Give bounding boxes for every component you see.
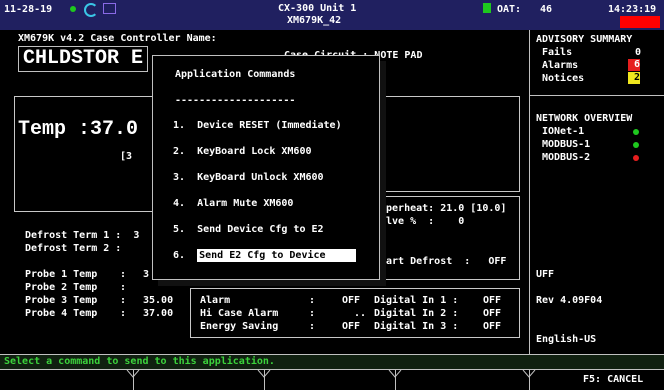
modbus-1-status-icon	[633, 142, 639, 148]
probe-3-label: Probe 3 Temp	[25, 295, 98, 306]
alarm-value: OFF	[342, 295, 361, 306]
locale-label: English-US	[536, 334, 597, 345]
unit-title: CX-300 Unit 1	[278, 3, 357, 14]
command-item-send-device-cfg[interactable]: 5. Send Device Cfg to E2	[173, 224, 324, 235]
dialog-title: Application Commands	[175, 69, 296, 80]
temp-panel	[14, 96, 153, 212]
hi-case-alarm-value: ..	[354, 308, 367, 319]
network-item-modbus-1[interactable]: MODBUS-1	[542, 139, 590, 150]
unit-subtitle: XM679K_42	[287, 15, 342, 26]
top-status-bar: 11-28-19 CX-300 Unit 1 XM679K_42 OAT: 46…	[0, 0, 664, 30]
revision-label: Rev 4.09F04	[536, 295, 603, 306]
command-item-alarm-mute[interactable]: 4. Alarm Mute XM600	[173, 198, 293, 209]
status-message: Select a command to send to this applica…	[4, 356, 275, 367]
probe-4-value: 37.00	[143, 308, 174, 319]
dialog-separator: --------------------	[175, 95, 296, 106]
oat-icon	[483, 3, 491, 13]
clock: 14:23:19	[608, 4, 657, 15]
application-commands-dialog: Application Commands -------------------…	[152, 55, 380, 280]
command-item-device-reset[interactable]: 1. Device RESET (Immediate)	[173, 120, 342, 131]
sidebar-separator	[530, 95, 664, 96]
digital-in-1-value: OFF	[483, 295, 502, 306]
superheat-value: uperheat: 21.0 [10.0]	[380, 203, 507, 214]
digital-in-3-label: Digital In 3 :	[374, 321, 459, 332]
hi-case-alarm-label: Hi Case Alarm	[200, 308, 279, 319]
right-top-panel	[380, 96, 520, 192]
function-key-bar: F5: CANCEL	[0, 369, 664, 390]
digital-in-3-value: OFF	[483, 321, 502, 332]
fails-count[interactable]: 0	[630, 47, 641, 58]
alarms-label: Alarms	[542, 60, 579, 71]
ionet-status-icon	[633, 129, 639, 135]
oat-value: 46	[540, 4, 553, 15]
command-label: Send Device Cfg to E2	[197, 224, 324, 235]
probe-1-label: Probe 1 Temp	[25, 269, 98, 280]
network-item-modbus-2[interactable]: MODBUS-2	[542, 152, 590, 163]
fails-label: Fails	[542, 47, 573, 58]
alarms-count[interactable]: 6	[628, 59, 640, 71]
notices-count[interactable]: 2	[628, 72, 640, 84]
controller-name: CHLDSTOR E	[18, 46, 149, 72]
probe-4-label: Probe 4 Temp	[25, 308, 98, 319]
modbus-2-status-icon	[633, 155, 639, 161]
command-item-keyboard-unlock[interactable]: 3. KeyBoard Unlock XM600	[173, 172, 324, 183]
command-item-keyboard-lock[interactable]: 2. KeyBoard Lock XM600	[173, 146, 311, 157]
start-defrost-value: tart Defrost : OFF	[380, 256, 507, 267]
uff-label: UFF	[536, 269, 555, 280]
network-item-ionet[interactable]: IONet-1	[542, 126, 584, 137]
refresh-icon	[84, 3, 98, 17]
energy-saving-label: Energy Saving	[200, 321, 279, 332]
status-bar: Select a command to send to this applica…	[0, 354, 664, 369]
notices-label: Notices	[542, 73, 585, 84]
alarm-label: Alarm	[200, 295, 231, 306]
digital-in-2-label: Digital In 2 :	[374, 308, 459, 319]
command-item-send-e2-cfg[interactable]: 6. Send E2 Cfg to Device	[173, 249, 356, 262]
oat-label: OAT:	[497, 4, 522, 15]
probe-1-value: 3	[143, 269, 150, 280]
sidebar-divider	[529, 30, 530, 354]
keyboard-icon	[103, 3, 116, 14]
command-label: KeyBoard Unlock XM600	[197, 172, 324, 183]
command-label: Send E2 Cfg to Device	[197, 249, 356, 262]
probe-2-label: Probe 2 Temp	[25, 282, 98, 293]
probe-3-value: 35.00	[143, 295, 174, 306]
digital-in-1-label: Digital In 1 :	[374, 295, 459, 306]
status-dot-icon	[70, 6, 76, 12]
energy-saving-value: OFF	[342, 321, 361, 332]
key-separator-icon	[126, 370, 536, 378]
defrost-term-1: Defrost Term 1 : 3	[25, 230, 140, 241]
temp-readout: Temp :37.0	[18, 118, 139, 141]
command-label: Device RESET (Immediate)	[197, 120, 342, 131]
alarm-indicator[interactable]	[620, 16, 660, 28]
defrost-term-2: Defrost Term 2 :	[25, 243, 122, 254]
temp-setpoint: [3	[120, 151, 133, 162]
valve-value: alve % : 0	[380, 216, 465, 227]
controller-header: XM679K v4.2 Case Controller Name:	[18, 33, 217, 44]
network-title: NETWORK OVERVIEW	[536, 113, 633, 124]
command-label: Alarm Mute XM600	[197, 198, 294, 209]
command-label: KeyBoard Lock XM600	[197, 146, 312, 157]
digital-in-2-value: OFF	[483, 308, 502, 319]
advisory-title: ADVISORY SUMMARY	[536, 34, 633, 45]
date-label: 11-28-19	[4, 4, 53, 15]
